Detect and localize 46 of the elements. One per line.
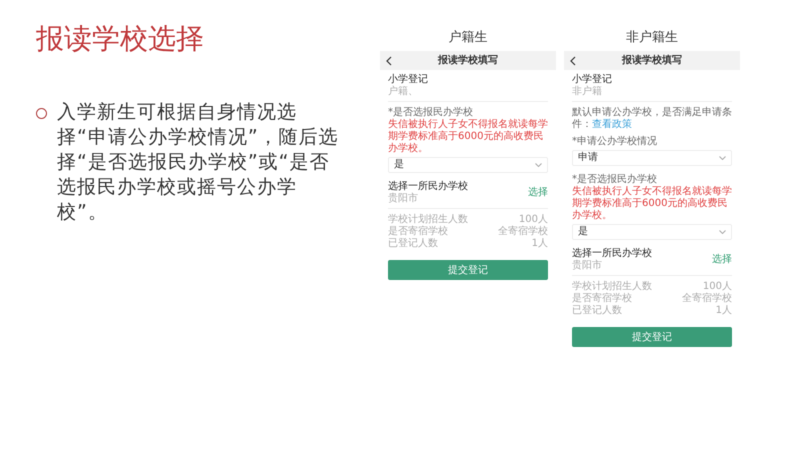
section-subtitle: 贵阳市 xyxy=(572,260,603,272)
select-field[interactable]: 是 xyxy=(388,157,548,173)
field-label: *是否选报民办学校 xyxy=(388,107,474,118)
phone-caption: 非户籍生 xyxy=(626,29,678,46)
select-link[interactable]: 选择 xyxy=(528,187,548,199)
info-value: 1人 xyxy=(716,305,732,317)
warning-text: 失信被执行人子女不得报名就读每学期学费标准高于6000元的高收费民办学校。 xyxy=(388,119,548,155)
select-link[interactable]: 选择 xyxy=(712,254,732,266)
back-icon[interactable] xyxy=(386,56,392,66)
notice-text: 默认申请公办学校，是否满足申请条件：查看政策 xyxy=(572,107,732,131)
section-title: 选择一所民办学校 xyxy=(388,181,468,192)
section-title: 小学登记 xyxy=(572,74,613,86)
submit-button[interactable]: 提交登记 xyxy=(388,260,548,280)
field-label: *是否选报民办学校 xyxy=(572,174,658,186)
info-value: 1人 xyxy=(532,238,548,250)
warning-text: 失信被执行人子女不得报名就读每学期学费标准高于6000元的高收费民办学校。 xyxy=(572,186,732,222)
info-value: 100人 xyxy=(702,281,732,292)
chevron-icon xyxy=(719,230,726,234)
chevron-icon xyxy=(535,163,542,167)
bullet-text: 入学新生可根据自身情况选择“申请公办学校情况”，随后选择“是否选报民办学校”或“是否选报民办学校或摇号公办学校”。 xyxy=(57,100,340,226)
chevron-icon xyxy=(719,156,726,160)
section-title: 小学登记 xyxy=(388,74,429,86)
submit-button[interactable]: 提交登记 xyxy=(572,327,732,347)
phone-caption: 户籍生 xyxy=(448,29,488,46)
info-label: 学校计划招生人数 xyxy=(572,281,652,292)
info-value: 100人 xyxy=(518,214,548,226)
info-label: 是否寄宿学校 xyxy=(388,226,448,238)
info-label: 学校计划招生人数 xyxy=(388,214,468,226)
bullet-icon xyxy=(36,108,47,119)
section-subtitle: 贵阳市 xyxy=(388,193,419,205)
info-label: 是否寄宿学校 xyxy=(572,293,632,305)
info-label: 已登记人数 xyxy=(388,238,438,250)
screen-title: 报读学校填写 xyxy=(622,54,682,66)
slide-title: 报读学校选择 xyxy=(36,21,205,57)
section-title: 选择一所民办学校 xyxy=(572,248,652,260)
info-value: 全寄宿学校 xyxy=(498,226,548,238)
section-subtitle: 户籍、 xyxy=(388,86,419,98)
field-label: *申请公办学校情况 xyxy=(572,136,658,148)
section-subtitle: 非户籍 xyxy=(572,86,603,98)
info-label: 已登记人数 xyxy=(572,305,622,317)
policy-link[interactable]: 查看政策 xyxy=(592,119,632,130)
info-value: 全寄宿学校 xyxy=(682,293,732,305)
screen-title: 报读学校填写 xyxy=(438,54,498,66)
select-field[interactable]: 申请 xyxy=(572,150,732,166)
select-field[interactable]: 是 xyxy=(572,224,732,240)
back-icon[interactable] xyxy=(570,56,576,66)
